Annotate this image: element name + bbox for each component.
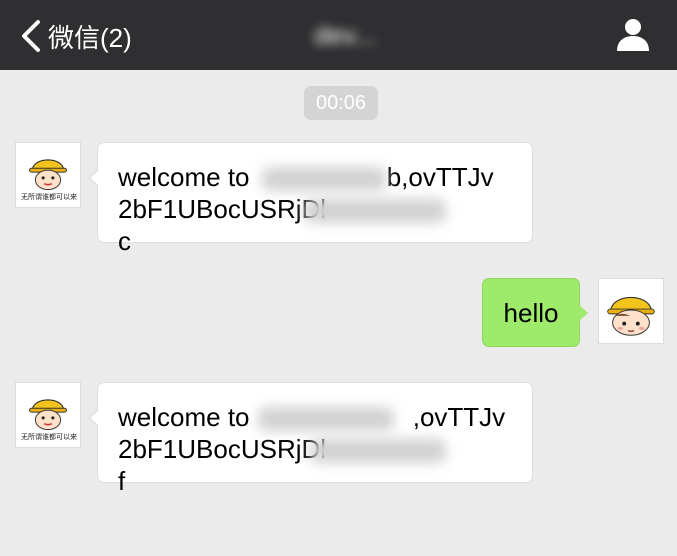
message-bubble-incoming[interactable]: welcome to b,ovTTJv 2bF1UBocUSRjDl c [88,142,533,256]
redacted-patch [304,199,446,223]
chat-navbar: 微信(2) dev... [0,0,677,70]
chat-title-container: dev... [270,18,420,52]
chat-title: dev... [314,19,376,50]
back-button[interactable]: 微信(2) [20,16,132,56]
avatar-caption: 无所谓谁都可以来 [21,434,77,441]
self-avatar[interactable] [598,278,664,344]
sender-avatar[interactable]: 无所谓谁都可以来 [15,142,81,208]
redacted-patch [262,167,386,191]
message-text: hello [503,297,559,328]
cartoon-kid-icon [607,297,655,336]
sender-avatar[interactable]: 无所谓谁都可以来 [15,382,81,448]
message-bubble-incoming[interactable]: welcome to ,ovTTJv 2bF1UBocUSRjDl f [88,382,533,496]
redacted-patch [310,439,446,463]
timestamp-badge: 00:06 [304,86,378,120]
redacted-patch [258,407,394,431]
back-label: 微信(2) [48,22,132,53]
chevron-left-icon [22,20,40,52]
person-icon[interactable] [615,18,651,52]
avatar-caption: 无所谓谁都可以来 [21,194,77,201]
message-bubble-outgoing[interactable]: hello [482,278,588,347]
